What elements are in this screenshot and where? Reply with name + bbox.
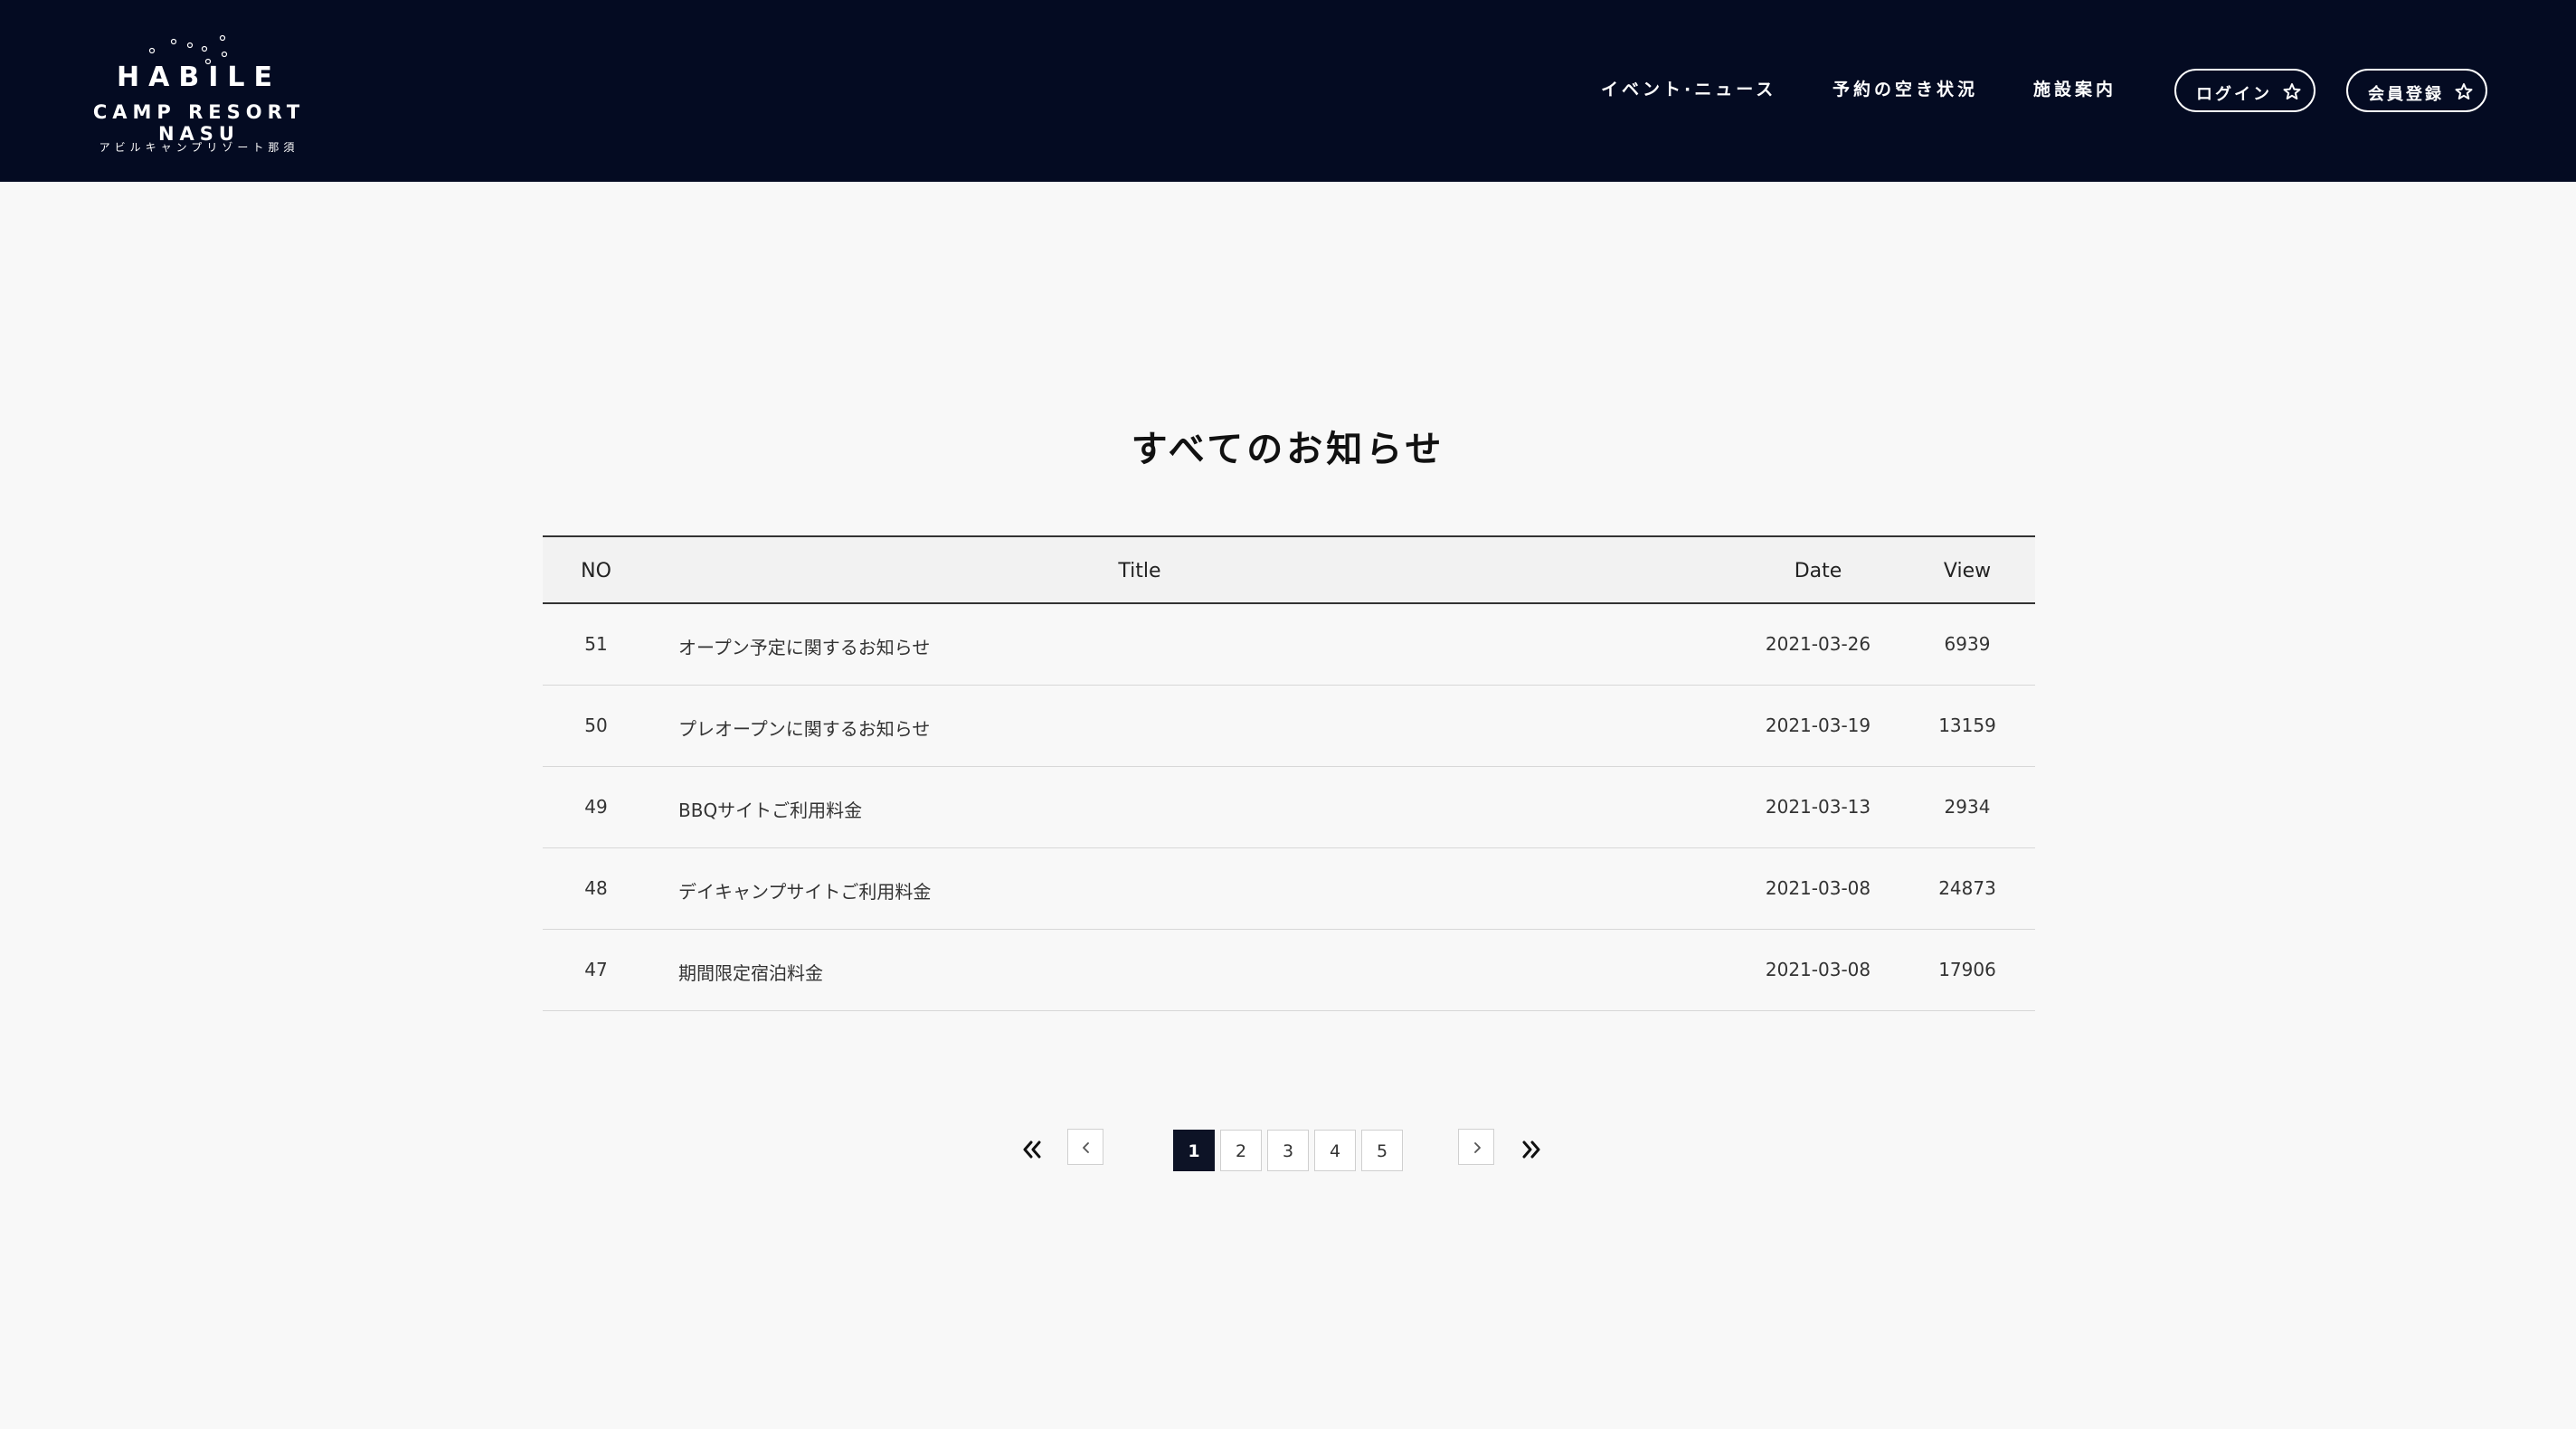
row-view-count: 6939 [1944,633,1991,655]
table-row[interactable]: 50 プレオープンに関するお知らせ 2021-03-19 13159 [543,686,2035,767]
row-title-link[interactable]: BBQサイトご利用料金 [678,796,1764,822]
column-header-view: View [1943,560,1992,582]
star-icon [2455,83,2473,99]
column-header-title: Title [1118,560,1161,582]
news-table: NO Title Date View 51 オープン予定に関するお知らせ 202… [543,535,2035,1011]
table-row[interactable]: 49 BBQサイトご利用料金 2021-03-13 2934 [543,767,2035,848]
login-button-label: ログイン [2196,85,2272,104]
star-icon [2283,83,2301,99]
column-header-no: NO [581,560,611,582]
table-row[interactable]: 47 期間限定宿泊料金 2021-03-08 17906 [543,930,2035,1011]
page-4-button[interactable]: 4 [1314,1130,1356,1171]
page-2-button[interactable]: 2 [1220,1130,1262,1171]
table-row[interactable]: 48 デイキャンプサイトご利用料金 2021-03-08 24873 [543,848,2035,930]
nav-item-reservation-availability[interactable]: 予約の空き状況 [1833,76,1978,100]
row-date: 2021-03-13 [1765,796,1871,818]
logo-title: HABILE [117,62,281,93]
chevron-right-icon [1474,1142,1481,1153]
row-no: 50 [584,714,608,736]
double-chevron-right-icon[interactable] [1518,1136,1545,1163]
chevron-left-icon [1083,1142,1089,1153]
row-title-link[interactable]: 期間限定宿泊料金 [678,959,1764,985]
login-button[interactable]: ログイン [2174,69,2316,112]
page-5-button[interactable]: 5 [1361,1130,1403,1171]
site-header: HABILE CAMP RESORT NASU アビルキャンプリゾート那須 イベ… [0,0,2576,182]
next-page-button[interactable] [1458,1129,1494,1165]
site-logo[interactable]: HABILE CAMP RESORT NASU アビルキャンプリゾート那須 [54,25,344,161]
row-view-count: 13159 [1938,714,1996,736]
table-row[interactable]: 51 オープン予定に関するお知らせ 2021-03-26 6939 [543,604,2035,686]
nav-item-facilities[interactable]: 施設案内 [2033,76,2117,100]
row-date: 2021-03-08 [1765,877,1871,899]
row-date: 2021-03-19 [1765,714,1871,736]
double-chevron-left-icon[interactable] [1018,1136,1046,1163]
row-no: 47 [584,959,608,980]
pagination: 1 2 3 4 5 [0,1129,2576,1174]
column-header-date: Date [1794,560,1842,582]
row-title-link[interactable]: デイキャンプサイトご利用料金 [678,877,1764,904]
row-view-count: 24873 [1938,877,1996,899]
row-no: 48 [584,877,608,899]
page-3-button[interactable]: 3 [1267,1130,1309,1171]
row-date: 2021-03-26 [1765,633,1871,655]
row-date: 2021-03-08 [1765,959,1871,980]
prev-page-button[interactable] [1067,1129,1103,1165]
register-button-label: 会員登録 [2368,85,2444,104]
row-no: 49 [584,796,608,818]
page-1-button[interactable]: 1 [1173,1130,1215,1171]
register-button[interactable]: 会員登録 [2346,69,2487,112]
row-title-link[interactable]: オープン予定に関するお知らせ [678,633,1764,659]
table-header: NO Title Date View [543,535,2035,604]
row-view-count: 2934 [1944,796,1991,818]
nav-item-events-news[interactable]: イベント·ニュース [1601,76,1776,100]
row-view-count: 17906 [1938,959,1996,980]
logo-japanese-name: アビルキャンプリゾート那須 [99,141,299,154]
page-title: すべてのお知らせ [1131,429,1445,470]
row-no: 51 [584,633,608,655]
logo-subtitle: CAMP RESORT NASU [92,101,306,145]
row-title-link[interactable]: プレオープンに関するお知らせ [678,714,1764,741]
main-nav: イベント·ニュース 予約の空き状況 施設案内 ログイン 会員登録 [1538,0,2576,182]
